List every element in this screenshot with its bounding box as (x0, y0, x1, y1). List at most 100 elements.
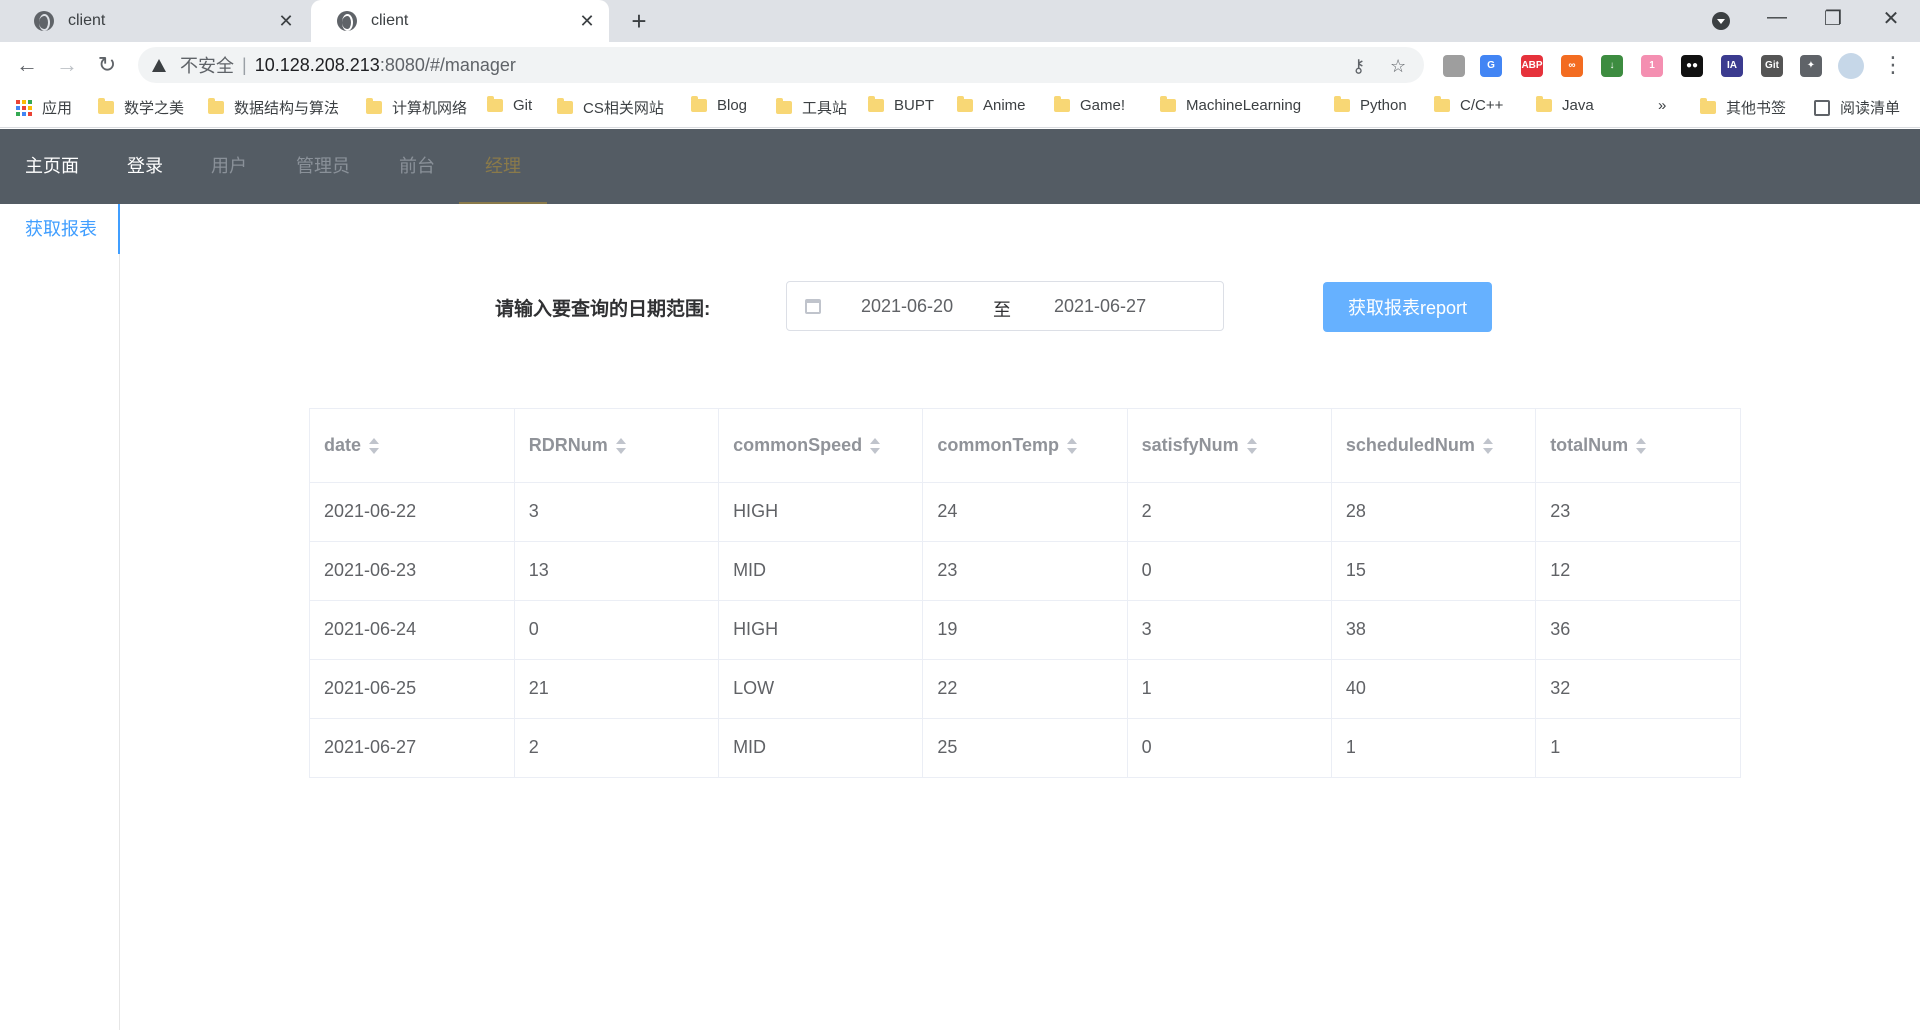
bookmark-item[interactable]: Game! (1054, 96, 1126, 114)
close-icon[interactable]: ✕ (577, 11, 597, 32)
globe-icon (34, 11, 54, 31)
window-close-icon[interactable]: ✕ (1876, 6, 1906, 31)
key-icon[interactable]: ⚷ (1352, 56, 1365, 77)
sidebar-item-get-report[interactable]: 获取报表 (0, 204, 120, 254)
folder-icon (208, 98, 224, 114)
menu-item-login[interactable]: 登录 (127, 129, 163, 204)
sort-caret-icon[interactable] (1067, 438, 1078, 454)
column-header-scheduledNum[interactable]: scheduledNum (1331, 409, 1537, 483)
puzzle-icon[interactable]: ✦ (1800, 55, 1822, 77)
minimize-icon[interactable]: — (1762, 6, 1792, 29)
sort-caret-icon[interactable] (870, 438, 881, 454)
table-cell: MID (718, 718, 924, 777)
back-icon[interactable]: ← (12, 50, 42, 80)
get-report-button[interactable]: 获取报表report (1323, 282, 1492, 332)
bookmark-item[interactable]: Python (1334, 96, 1407, 114)
bookmark-item[interactable]: C/C++ (1434, 96, 1503, 114)
bookmark-item[interactable]: 数学之美 (98, 97, 184, 118)
other-bookmarks-label: 其他书签 (1726, 100, 1787, 117)
bookmarks-overflow-button[interactable]: » (1658, 97, 1666, 114)
bookmark-item[interactable]: BUPT (868, 96, 935, 114)
bookmark-item[interactable]: CS相关网站 (557, 97, 664, 118)
bookmark-label: Game! (1080, 97, 1126, 114)
folder-icon (98, 98, 114, 114)
column-header-label: totalNum (1550, 434, 1629, 455)
menu-item-frontdesk[interactable]: 前台 (399, 129, 435, 204)
tab-search-icon[interactable] (1712, 12, 1730, 30)
bookmark-item[interactable]: Anime (957, 96, 1026, 114)
google-translate-icon[interactable]: G (1480, 55, 1502, 77)
star-icon[interactable]: ☆ (1390, 56, 1406, 77)
table-cell: 38 (1331, 600, 1537, 660)
folder-icon (776, 98, 792, 114)
bookmark-label: CS相关网站 (583, 100, 664, 117)
menu-item-manager[interactable]: 经理 (459, 129, 547, 204)
column-header-label: RDRNum (528, 434, 608, 455)
address-bar[interactable]: 不安全 | 10.128.208.213 :8080/#/manager ⚷ ☆ (138, 47, 1424, 83)
address-path: :8080/#/manager (379, 54, 516, 75)
other-bookmarks[interactable]: 其他书签 (1700, 97, 1786, 118)
bookmark-label: 数据结构与算法 (234, 100, 340, 117)
date-range-picker[interactable]: 2021-06-20 至 2021-06-27 (786, 281, 1224, 331)
kebab-menu-icon[interactable]: ⋮ (1878, 50, 1908, 80)
menu-item-user[interactable]: 用户 (211, 129, 247, 204)
table-cell: 22 (922, 659, 1128, 719)
browser-tab-2[interactable]: client ✕ (311, 0, 609, 42)
profile-avatar[interactable] (1838, 53, 1864, 79)
bookmark-item[interactable]: 数据结构与算法 (208, 97, 339, 118)
bookmark-label: Java (1562, 97, 1594, 114)
sort-caret-icon[interactable] (1482, 438, 1493, 454)
adblock-plus-icon[interactable]: ABP (1521, 55, 1543, 77)
sort-caret-icon[interactable] (615, 438, 626, 454)
table-cell: 40 (1331, 659, 1537, 719)
bookmark-item[interactable]: Java (1536, 96, 1594, 114)
restore-icon[interactable]: ❐ (1818, 6, 1848, 31)
table-row: 2021-06-24 0 HIGH 19 3 38 36 (310, 600, 1740, 660)
menu-item-home[interactable]: 主页面 (25, 129, 79, 204)
table-cell: 24 (922, 482, 1128, 542)
bookmark-item[interactable]: 应用 (16, 97, 72, 118)
close-icon[interactable]: ✕ (276, 11, 296, 32)
column-header-commonTemp[interactable]: commonTemp (922, 409, 1128, 483)
sort-caret-icon[interactable] (1246, 438, 1257, 454)
column-header-RDRNum[interactable]: RDRNum (514, 409, 720, 483)
forward-icon[interactable]: → (52, 50, 82, 80)
table-cell: 1 (1550, 737, 1561, 758)
table-cell: 23 (1535, 482, 1740, 542)
bookmark-label: MachineLearning (1186, 97, 1302, 114)
browser-tab-1[interactable]: client ✕ (8, 0, 308, 42)
tampermonkey-icon[interactable]: ●● (1681, 55, 1703, 77)
bookmark-label: BUPT (894, 97, 935, 114)
reading-list[interactable]: 阅读清单 (1814, 97, 1900, 118)
table-cell: 2 (1127, 482, 1332, 542)
column-header-satisfyNum[interactable]: satisfyNum (1127, 409, 1332, 483)
column-header-label: commonSpeed (733, 434, 863, 455)
gitzip-icon[interactable]: Git (1761, 55, 1783, 77)
folder-icon (1160, 96, 1176, 112)
app-nav-menu: 主页面 登录 用户 管理员 前台 经理 (0, 129, 1920, 204)
cat-ext-icon[interactable]: 1 (1641, 55, 1663, 77)
start-date-input[interactable]: 2021-06-20 (861, 296, 953, 317)
column-header-commonSpeed[interactable]: commonSpeed (718, 409, 924, 483)
date-range-label: 请输入要查询的日期范围: (495, 299, 711, 320)
download-helper-icon[interactable]: ↓ (1601, 55, 1623, 77)
table-cell: HIGH (718, 600, 924, 660)
bookmark-item[interactable]: 计算机网络 (366, 97, 467, 118)
new-tab-button[interactable]: + (624, 6, 654, 37)
ext-grey-icon[interactable] (1443, 55, 1465, 77)
bookmark-item[interactable]: MachineLearning (1160, 96, 1302, 114)
end-date-input[interactable]: 2021-06-27 (1054, 296, 1146, 317)
table-cell: 13 (514, 541, 720, 601)
bookmark-item[interactable]: 工具站 (776, 97, 847, 118)
column-header-totalNum[interactable]: totalNum (1535, 409, 1740, 483)
reload-icon[interactable]: ↻ (92, 50, 122, 80)
infinity-icon[interactable]: ∞ (1561, 55, 1583, 77)
bookmark-label: 应用 (42, 100, 73, 117)
ia-ext-icon[interactable]: IA (1721, 55, 1743, 77)
column-header-date[interactable]: date (310, 409, 515, 483)
bookmark-item[interactable]: Git (487, 96, 532, 114)
sort-caret-icon[interactable] (1636, 438, 1647, 454)
sort-caret-icon[interactable] (369, 438, 380, 454)
menu-item-admin[interactable]: 管理员 (296, 129, 350, 204)
bookmark-item[interactable]: Blog (691, 96, 747, 114)
